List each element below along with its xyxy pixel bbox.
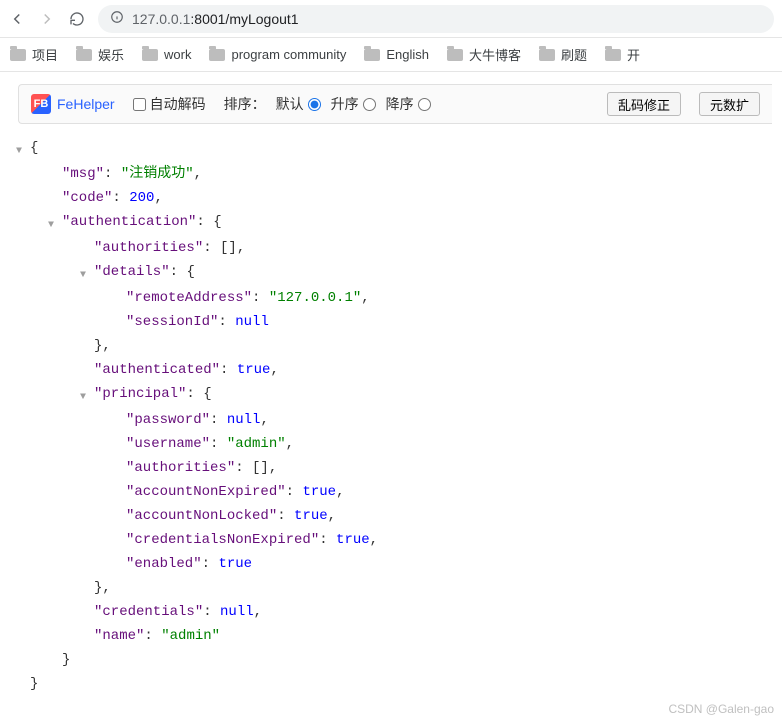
address-url: 127.0.0.1:8001/myLogout1	[132, 11, 299, 27]
bookmark-label: 开	[627, 45, 640, 64]
fix-encoding-button[interactable]: 乱码修正	[607, 92, 681, 116]
bookmark-label: work	[164, 47, 191, 62]
json-row: "remoteAddress": "127.0.0.1",	[8, 286, 782, 310]
json-row: "authorities": [],	[8, 236, 782, 260]
browser-nav-bar: 127.0.0.1:8001/myLogout1	[0, 0, 782, 38]
json-row: "authorities": [],	[8, 456, 782, 480]
json-row: "accountNonExpired": true,	[8, 480, 782, 504]
json-row: "sessionId": null	[8, 310, 782, 334]
json-row: }	[8, 648, 782, 672]
json-row: },	[8, 576, 782, 600]
sort-label: 排序：	[224, 94, 266, 114]
collapse-toggle[interactable]: ▼	[72, 262, 94, 286]
bookmark-item[interactable]: 娱乐	[76, 45, 124, 64]
json-row: ▼"details": {	[8, 260, 782, 286]
folder-icon	[605, 49, 621, 61]
bookmark-label: 刷题	[561, 45, 587, 64]
folder-icon	[364, 49, 380, 61]
fehelper-badge-icon: FB	[31, 94, 51, 114]
site-info-icon[interactable]	[110, 10, 124, 27]
json-viewer: ▼{"msg": "注销成功","code": 200,▼"authentica…	[0, 124, 782, 720]
json-row: ▼"authentication": {	[8, 210, 782, 236]
bookmark-label: 娱乐	[98, 45, 124, 64]
bookmark-item[interactable]: English	[364, 47, 429, 62]
fehelper-name: FeHelper	[57, 96, 115, 112]
folder-icon	[142, 49, 158, 61]
bookmark-label: 大牛博客	[469, 45, 521, 64]
sort-asc-radio[interactable]: 升序	[331, 94, 376, 114]
auto-decode-checkbox[interactable]: 自动解码	[133, 94, 206, 114]
json-row: }	[8, 672, 782, 696]
folder-icon	[539, 49, 555, 61]
json-row: "code": 200,	[8, 186, 782, 210]
collapse-toggle[interactable]: ▼	[40, 212, 62, 236]
bookmark-label: program community	[231, 47, 346, 62]
json-row: "username": "admin",	[8, 432, 782, 456]
bookmark-label: English	[386, 47, 429, 62]
bookmark-item[interactable]: 项目	[10, 45, 58, 64]
json-row: ▼{	[8, 136, 782, 162]
collapse-toggle[interactable]: ▼	[72, 384, 94, 408]
folder-icon	[10, 49, 26, 61]
json-row: },	[8, 334, 782, 358]
folder-icon	[209, 49, 225, 61]
sort-default-radio[interactable]: 默认	[276, 94, 321, 114]
expand-meta-button[interactable]: 元数扩	[699, 92, 760, 116]
bookmark-item[interactable]: work	[142, 47, 191, 62]
json-row: "credentials": null,	[8, 600, 782, 624]
json-row: ▼"principal": {	[8, 382, 782, 408]
collapse-toggle[interactable]: ▼	[8, 138, 30, 162]
address-bar[interactable]: 127.0.0.1:8001/myLogout1	[98, 5, 774, 33]
bookmark-label: 项目	[32, 45, 58, 64]
json-row: "name": "admin"	[8, 624, 782, 648]
forward-button[interactable]	[38, 10, 56, 28]
json-row: "credentialsNonExpired": true,	[8, 528, 782, 552]
sort-desc-radio[interactable]: 降序	[386, 94, 431, 114]
bookmark-item[interactable]: 大牛博客	[447, 45, 521, 64]
bookmark-item[interactable]: 开	[605, 45, 640, 64]
watermark: CSDN @Galen-gao	[668, 702, 774, 716]
bookmarks-bar: 项目 娱乐 work program community English 大牛博客 刷题 开	[0, 38, 782, 72]
bookmark-item[interactable]: program community	[209, 47, 346, 62]
json-row: "accountNonLocked": true,	[8, 504, 782, 528]
json-row: "password": null,	[8, 408, 782, 432]
json-row: "enabled": true	[8, 552, 782, 576]
fehelper-logo[interactable]: FB FeHelper	[31, 94, 115, 114]
back-button[interactable]	[8, 10, 26, 28]
folder-icon	[447, 49, 463, 61]
json-row: "authenticated": true,	[8, 358, 782, 382]
folder-icon	[76, 49, 92, 61]
json-row: "msg": "注销成功",	[8, 162, 782, 186]
fehelper-toolbar: FB FeHelper 自动解码 排序： 默认 升序 降序 乱码修正 元数扩	[18, 84, 772, 124]
reload-button[interactable]	[68, 10, 86, 28]
bookmark-item[interactable]: 刷题	[539, 45, 587, 64]
